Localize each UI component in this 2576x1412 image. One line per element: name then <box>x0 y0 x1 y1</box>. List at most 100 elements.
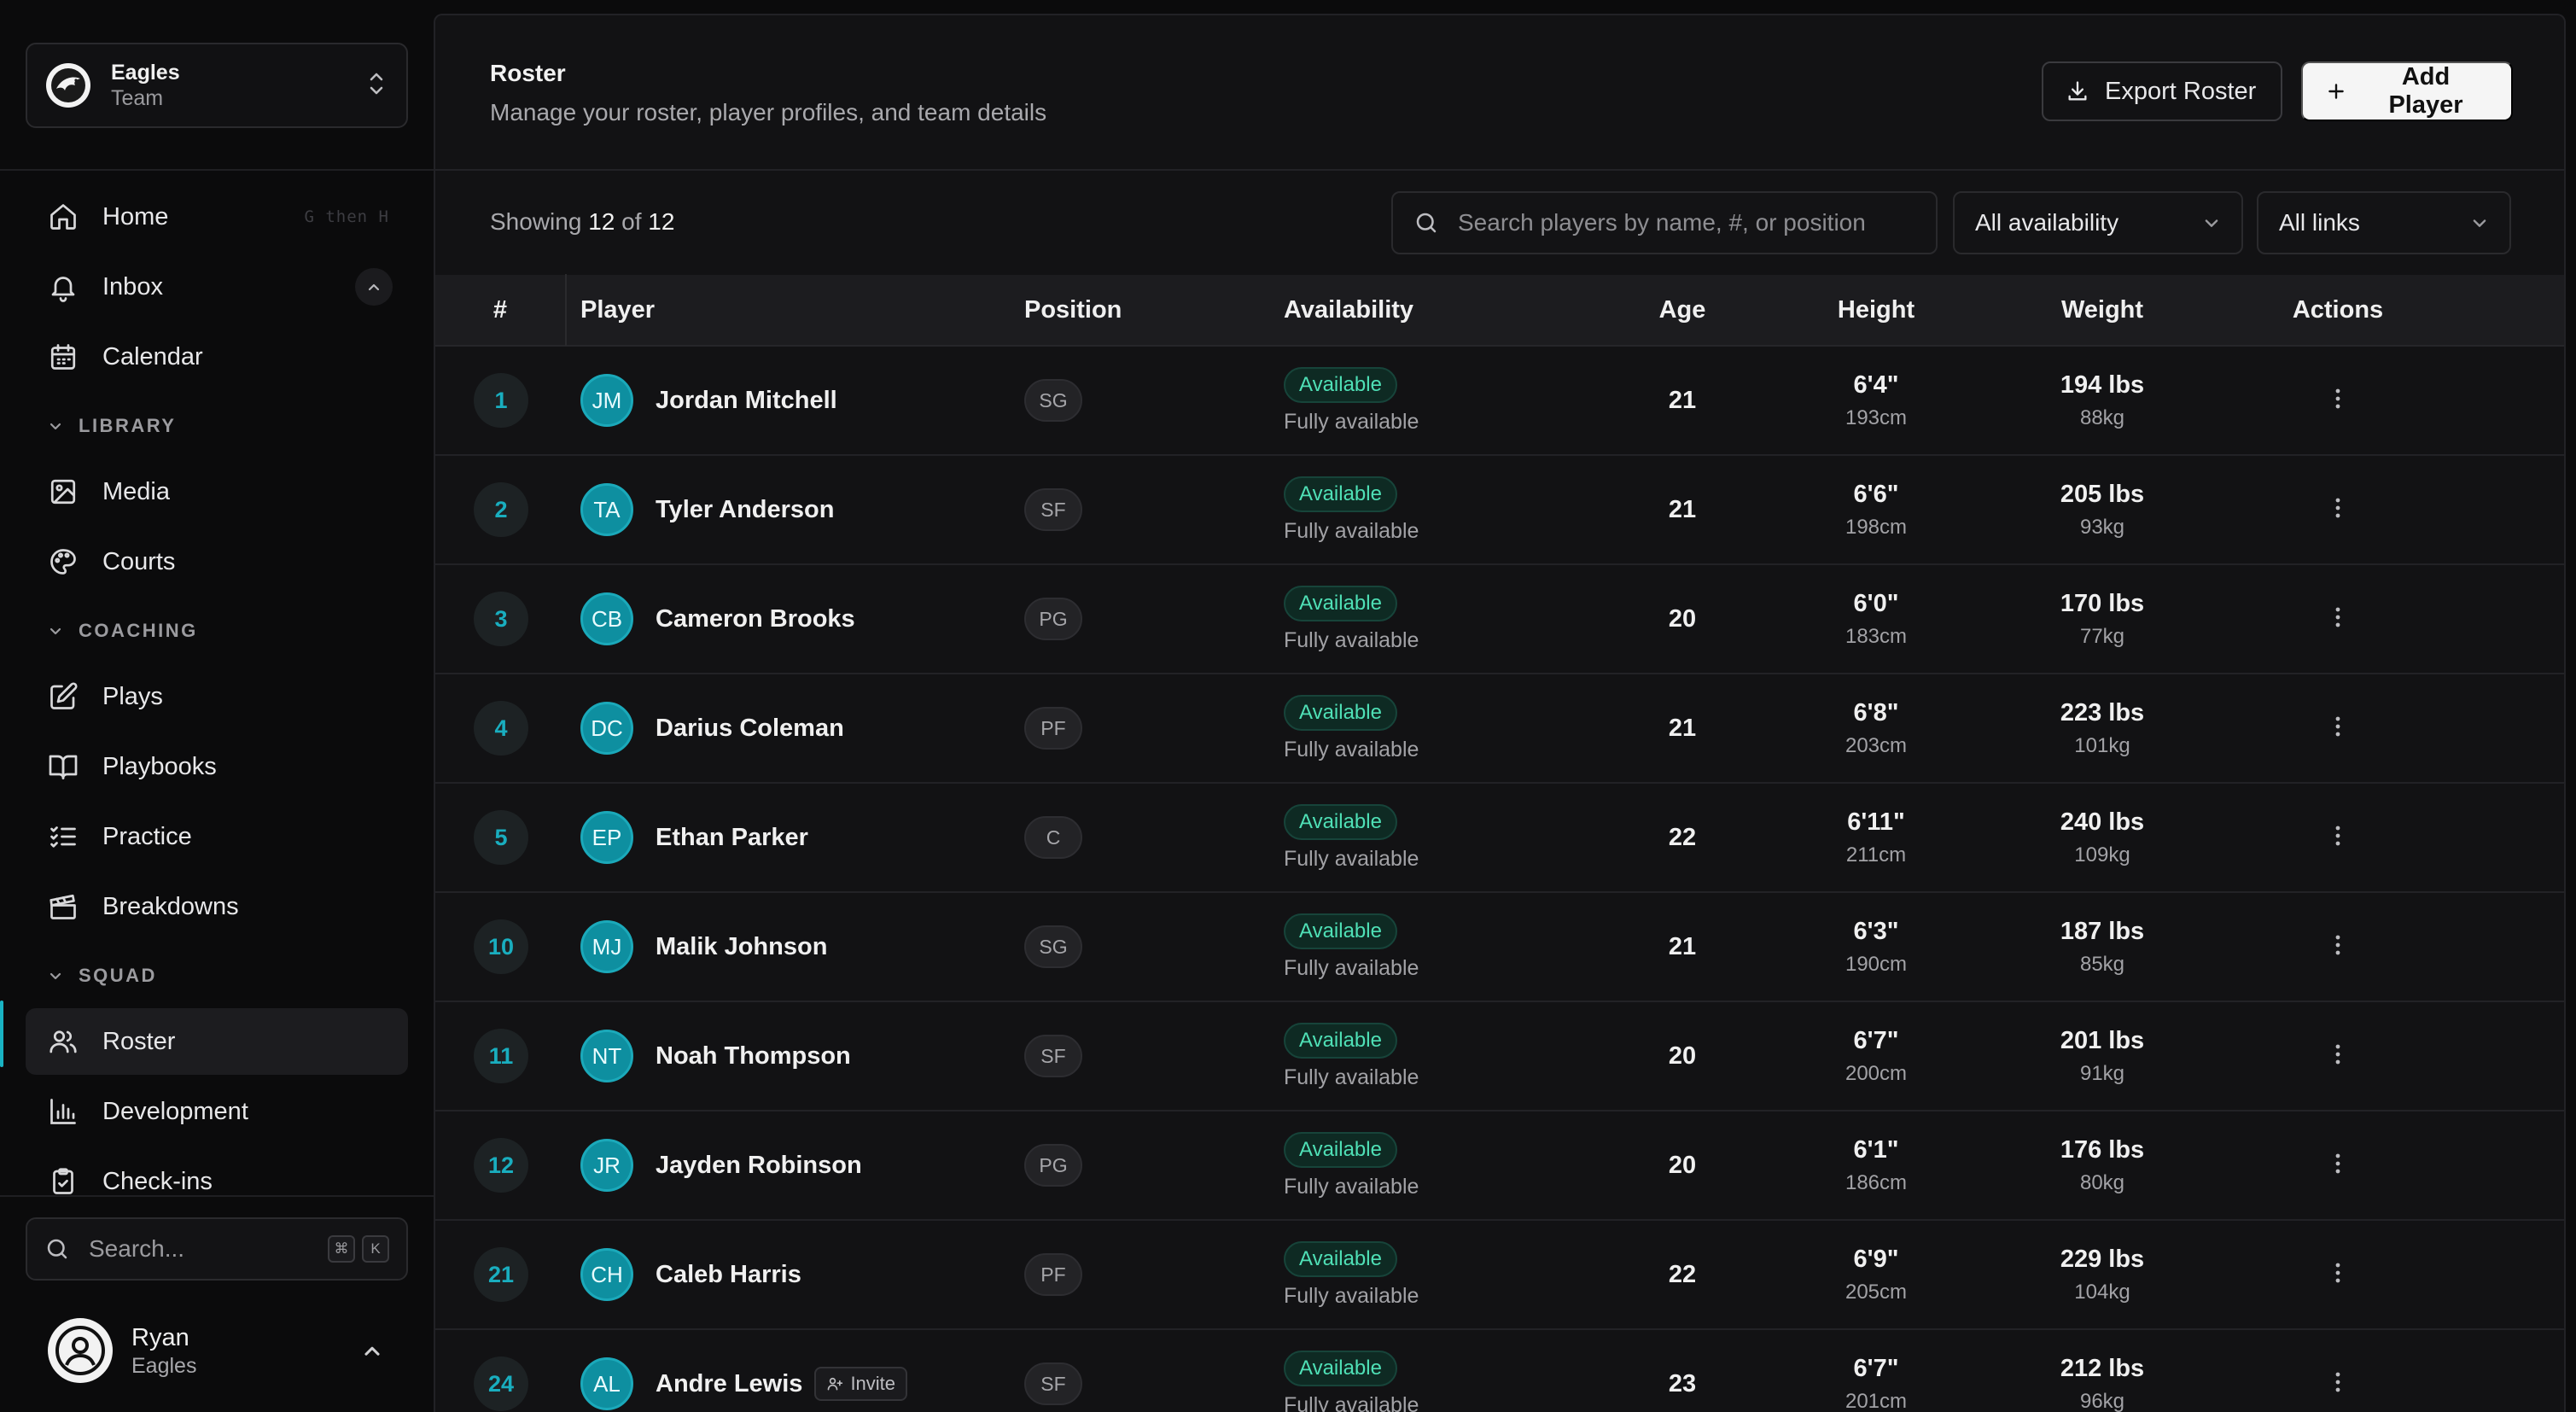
add-player-button[interactable]: Add Player <box>2301 61 2513 121</box>
height-imperial: 6'7" <box>1853 1354 1899 1382</box>
sidebar-item-label: Plays <box>102 682 163 710</box>
column-header-position[interactable]: Position <box>1024 296 1284 324</box>
page-header: Roster Manage your roster, player profil… <box>435 15 2564 171</box>
column-header-availability[interactable]: Availability <box>1284 296 1591 324</box>
sidebar-item-roster[interactable]: Roster <box>26 1008 408 1075</box>
player-avatar[interactable]: NT <box>580 1030 633 1082</box>
player-avatar[interactable]: JR <box>580 1139 633 1192</box>
player-name[interactable]: Jordan Mitchell <box>656 387 837 415</box>
export-roster-label: Export Roster <box>2105 77 2257 105</box>
availability-badge: Available <box>1284 803 1397 840</box>
column-header-number[interactable]: # <box>435 274 567 346</box>
sidebar-item-breakdowns[interactable]: Breakdowns <box>26 873 408 940</box>
sidebar-item-label: Roster <box>102 1027 176 1055</box>
availability-cell: Available Fully available <box>1284 1022 1591 1090</box>
table-row[interactable]: 5 EP Ethan Parker C Available Fully avai… <box>435 784 2564 893</box>
position-cell: C <box>1024 816 1284 859</box>
team-switcher[interactable]: Eagles Team <box>26 43 408 128</box>
section-squad[interactable]: SQUAD <box>26 943 408 1008</box>
column-header-age[interactable]: Age <box>1591 296 1774 324</box>
more-vertical-icon[interactable] <box>2334 388 2341 410</box>
player-avatar[interactable]: CH <box>580 1248 633 1301</box>
more-vertical-icon[interactable] <box>2334 715 2341 738</box>
table-row[interactable]: 11 NT Noah Thompson SF Available Fully a… <box>435 1002 2564 1112</box>
player-name[interactable]: Malik Johnson <box>656 933 827 961</box>
availability-badge: Available <box>1284 585 1397 621</box>
table-row[interactable]: 21 CH Caleb Harris PF Available Fully av… <box>435 1221 2564 1330</box>
player-avatar[interactable]: AL <box>580 1357 633 1410</box>
player-name[interactable]: Tyler Anderson <box>656 496 835 524</box>
height-cell: 6'3" 190cm <box>1774 918 1979 977</box>
player-avatar[interactable]: TA <box>580 483 633 536</box>
table-row[interactable]: 10 MJ Malik Johnson SG Available Fully a… <box>435 893 2564 1002</box>
player-name[interactable]: Caleb Harris <box>656 1261 801 1289</box>
column-header-height[interactable]: Height <box>1774 296 1979 324</box>
more-vertical-icon[interactable] <box>2334 825 2341 847</box>
links-filter[interactable]: All links <box>2257 191 2511 254</box>
sidebar-item-checkins[interactable]: Check-ins <box>26 1148 408 1215</box>
sidebar-item-inbox[interactable]: Inbox <box>26 254 408 320</box>
more-vertical-icon[interactable] <box>2334 606 2341 628</box>
age-cell: 20 <box>1668 604 1697 633</box>
sidebar-item-practice[interactable]: Practice <box>26 803 408 870</box>
player-search[interactable] <box>1391 191 1938 254</box>
player-avatar[interactable]: JM <box>580 374 633 427</box>
inbox-collapse-button[interactable] <box>355 268 393 306</box>
availability-cell: Available Fully available <box>1284 1131 1591 1199</box>
invite-button[interactable]: Invite <box>814 1367 908 1401</box>
more-vertical-icon[interactable] <box>2334 1043 2341 1065</box>
player-name[interactable]: Noah Thompson <box>656 1042 851 1071</box>
more-vertical-icon[interactable] <box>2334 934 2341 956</box>
sidebar-item-home[interactable]: Home G then H <box>26 184 408 250</box>
section-label: SQUAD <box>79 965 157 986</box>
player-name[interactable]: Ethan Parker <box>656 824 808 852</box>
table-row[interactable]: 1 JM Jordan Mitchell SG Available Fully … <box>435 347 2564 456</box>
column-header-weight[interactable]: Weight <box>1979 296 2226 324</box>
player-name[interactable]: Andre Lewis <box>656 1370 802 1398</box>
more-vertical-icon[interactable] <box>2334 497 2341 519</box>
table-row[interactable]: 12 JR Jayden Robinson PG Available Fully… <box>435 1112 2564 1221</box>
sidebar-item-development[interactable]: Development <box>26 1078 408 1145</box>
player-cell: JM Jordan Mitchell <box>567 374 1024 427</box>
section-library[interactable]: LIBRARY <box>26 394 408 458</box>
export-roster-button[interactable]: Export Roster <box>2042 61 2282 121</box>
player-avatar[interactable]: EP <box>580 811 633 864</box>
users-icon <box>46 1024 80 1059</box>
table-row[interactable]: 4 DC Darius Coleman PF Available Fully a… <box>435 674 2564 784</box>
height-cell: 6'9" 205cm <box>1774 1246 1979 1304</box>
player-avatar[interactable]: CB <box>580 592 633 645</box>
sidebar-item-courts[interactable]: Courts <box>26 528 408 595</box>
availability-detail: Fully available <box>1284 1065 1419 1089</box>
table-header: # Player Position Availability Age Heigh… <box>435 274 2564 347</box>
plus-icon <box>2325 80 2347 102</box>
availability-filter[interactable]: All availability <box>1953 191 2243 254</box>
player-name[interactable]: Jayden Robinson <box>656 1152 862 1180</box>
position-badge: SG <box>1024 379 1082 422</box>
column-header-player[interactable]: Player <box>567 296 1024 324</box>
availability-badge: Available <box>1284 1131 1397 1168</box>
player-cell: NT Noah Thompson <box>567 1030 1024 1082</box>
player-avatar[interactable]: DC <box>580 702 633 755</box>
weight-cell: 240 lbs 109kg <box>1979 808 2226 867</box>
player-avatar[interactable]: MJ <box>580 920 633 973</box>
player-search-input[interactable] <box>1458 209 1902 236</box>
eagle-logo-icon <box>46 63 90 108</box>
sidebar-item-plays[interactable]: Plays <box>26 663 408 730</box>
section-coaching[interactable]: COACHING <box>26 598 408 663</box>
player-name[interactable]: Darius Coleman <box>656 715 844 743</box>
user-menu[interactable]: Ryan Eagles <box>26 1308 408 1393</box>
more-vertical-icon[interactable] <box>2334 1371 2341 1393</box>
table-row[interactable]: 3 CB Cameron Brooks PG Available Fully a… <box>435 565 2564 674</box>
sidebar-divider <box>0 1195 434 1197</box>
availability-detail: Fully available <box>1284 955 1419 980</box>
sidebar-item-calendar[interactable]: Calendar <box>26 324 408 390</box>
more-vertical-icon[interactable] <box>2334 1262 2341 1284</box>
actions-cell <box>2226 715 2450 742</box>
sidebar-search[interactable]: Search... ⌘ K <box>26 1217 408 1281</box>
player-name[interactable]: Cameron Brooks <box>656 605 855 633</box>
sidebar-item-playbooks[interactable]: Playbooks <box>26 733 408 800</box>
sidebar-item-media[interactable]: Media <box>26 458 408 525</box>
table-row[interactable]: 24 AL Andre Lewis Invite SF Available Fu… <box>435 1330 2564 1412</box>
table-row[interactable]: 2 TA Tyler Anderson SF Available Fully a… <box>435 456 2564 565</box>
more-vertical-icon[interactable] <box>2334 1152 2341 1175</box>
